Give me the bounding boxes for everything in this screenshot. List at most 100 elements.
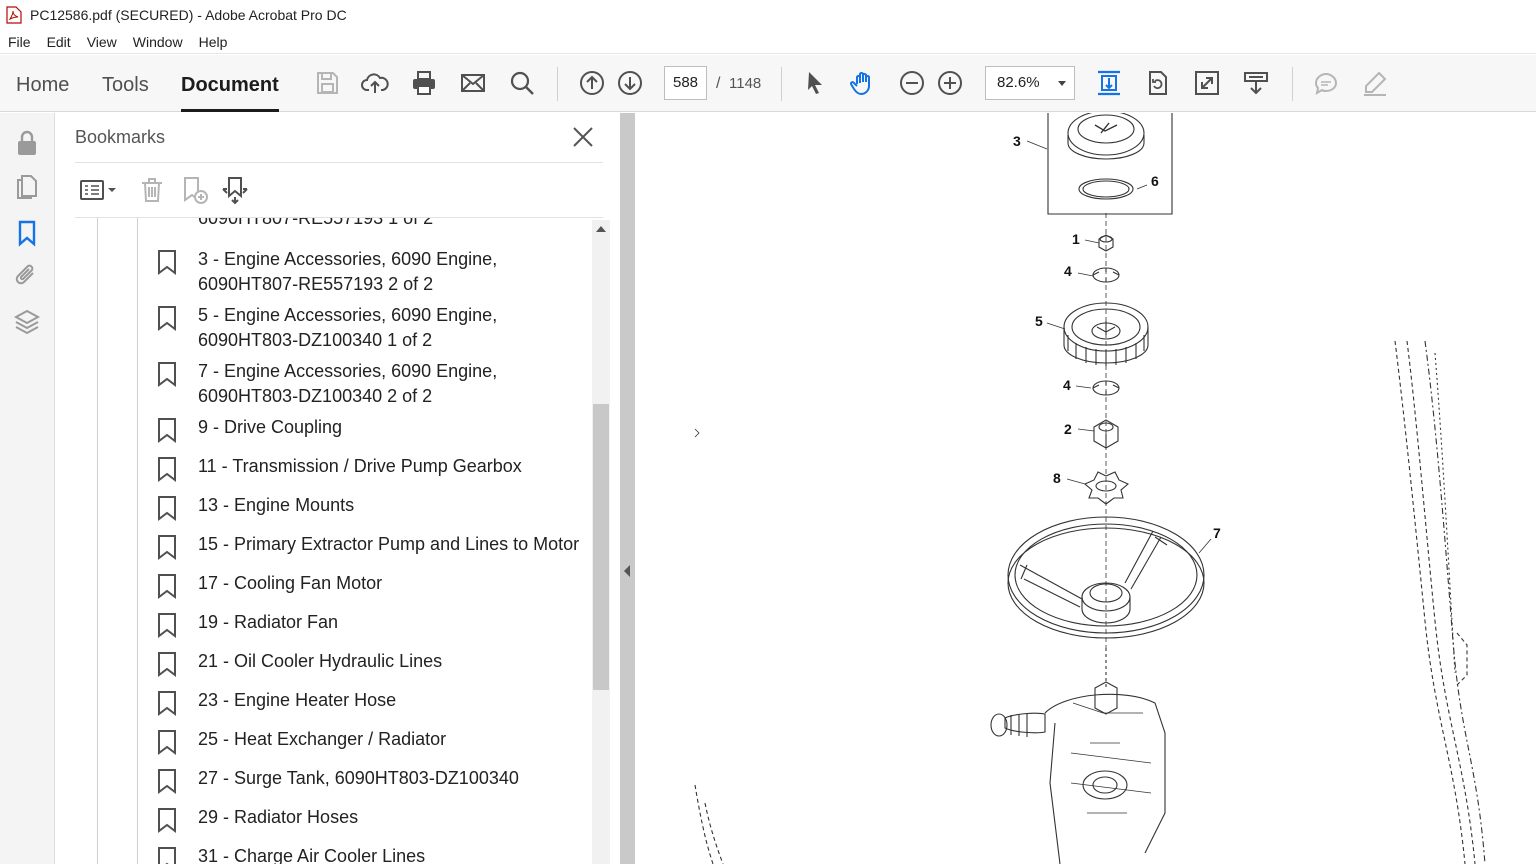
delete-icon[interactable]: [135, 173, 169, 207]
scroll-up-icon[interactable]: [596, 226, 606, 232]
attachment-icon[interactable]: [11, 259, 43, 291]
window-title: PC12586.pdf (SECURED) - Adobe Acrobat Pr…: [30, 7, 347, 23]
menu-edit[interactable]: Edit: [39, 34, 79, 50]
print-icon[interactable]: [407, 66, 441, 100]
bookmark-icon: [158, 362, 176, 387]
bookmark-icon: [158, 730, 176, 755]
list-item[interactable]: 15 - Primary Extractor Pump and Lines to…: [156, 532, 596, 560]
bookmark-icon[interactable]: [11, 217, 43, 249]
zoom-value: 82.6%: [997, 74, 1040, 91]
bookmark-icon: [158, 457, 176, 482]
list-item[interactable]: 19 - Radiator Fan: [156, 610, 596, 638]
bookmark-icon: [158, 574, 176, 599]
tab-tools[interactable]: Tools: [102, 55, 149, 112]
menu-view[interactable]: View: [79, 34, 125, 50]
panel-splitter[interactable]: [620, 113, 635, 864]
bookmark-label: 27 - Surge Tank, 6090HT803-DZ100340: [198, 768, 519, 788]
page-number-input[interactable]: 588: [664, 66, 707, 100]
read-mode-icon[interactable]: [1239, 66, 1273, 100]
list-item[interactable]: 17 - Cooling Fan Motor: [156, 571, 596, 599]
bookmark-icon: [158, 808, 176, 833]
bookmark-label: 3 - Engine Accessories, 6090 Engine, 609…: [198, 249, 498, 294]
close-icon[interactable]: [571, 125, 595, 149]
menu-file[interactable]: File: [0, 34, 39, 50]
zoom-in-icon[interactable]: [933, 66, 967, 100]
bookmark-label: 9 - Drive Coupling: [198, 417, 343, 437]
pages-icon[interactable]: [11, 171, 43, 203]
bookmark-label: 29 - Radiator Hoses: [198, 807, 359, 827]
page-up-icon[interactable]: [575, 66, 609, 100]
expand-bookmark-icon[interactable]: [218, 173, 252, 207]
bookmarks-list: 6090HT807-RE557193 1 of 2 3 - Engine Acc…: [56, 218, 604, 864]
callout-5: 5: [1035, 313, 1043, 329]
callout-8: 8: [1053, 470, 1061, 486]
callout-1: 1: [1072, 231, 1080, 247]
tab-home[interactable]: Home: [16, 55, 69, 112]
scrollbar-thumb[interactable]: [593, 404, 609, 690]
bookmark-label: 13 - Engine Mounts: [198, 495, 355, 515]
list-item[interactable]: 31 - Charge Air Cooler Lines: [156, 844, 596, 864]
list-item[interactable]: 23 - Engine Heater Hose: [156, 688, 596, 716]
bookmarks-scrollbar[interactable]: [592, 220, 610, 864]
tab-document[interactable]: Document: [181, 55, 279, 112]
bookmark-label: 31 - Charge Air Cooler Lines: [198, 846, 426, 864]
bookmark-label: 23 - Engine Heater Hose: [198, 690, 397, 710]
callout-4b: 4: [1063, 377, 1071, 393]
bookmark-label: 5 - Engine Accessories, 6090 Engine, 609…: [198, 305, 498, 350]
navigation-rail: [0, 113, 55, 864]
title-bar: PC12586.pdf (SECURED) - Adobe Acrobat Pr…: [0, 0, 1536, 30]
list-item[interactable]: 11 - Transmission / Drive Pump Gearbox: [156, 454, 596, 482]
options-menu-icon[interactable]: [78, 173, 118, 207]
email-icon[interactable]: [456, 66, 490, 100]
zoom-out-icon[interactable]: [895, 66, 929, 100]
zoom-select[interactable]: 82.6%: [985, 66, 1075, 100]
chevron-down-icon: [1058, 81, 1066, 86]
bookmark-label: 15 - Primary Extractor Pump and Lines to…: [198, 534, 580, 554]
scroll-mode-icon[interactable]: [1092, 66, 1126, 100]
list-item[interactable]: 21 - Oil Cooler Hydraulic Lines: [156, 649, 596, 677]
page-down-icon[interactable]: [613, 66, 647, 100]
document-view[interactable]: 3 6 1 4 5 4 2 8 7: [635, 113, 1536, 864]
rotate-icon[interactable]: [1141, 66, 1175, 100]
list-item[interactable]: 7 - Engine Accessories, 6090 Engine, 609…: [156, 359, 596, 409]
list-item[interactable]: 3 - Engine Accessories, 6090 Engine, 609…: [156, 247, 596, 297]
callout-7: 7: [1213, 525, 1221, 541]
bookmark-icon: [158, 250, 176, 275]
bookmarks-panel: Bookmarks 6090HT807-RE557193 1 of 2 3 - …: [56, 113, 620, 864]
list-item[interactable]: 9 - Drive Coupling: [156, 415, 596, 443]
bookmark-icon: [158, 769, 176, 794]
callout-4: 4: [1064, 263, 1072, 279]
collapse-arrow-icon[interactable]: [624, 565, 630, 577]
callout-3: 3: [1013, 133, 1021, 149]
list-item[interactable]: 5 - Engine Accessories, 6090 Engine, 609…: [156, 303, 596, 353]
bookmark-label: 17 - Cooling Fan Motor: [198, 573, 383, 593]
bookmarks-header: Bookmarks: [75, 127, 166, 147]
list-item[interactable]: 25 - Heat Exchanger / Radiator: [156, 727, 596, 755]
hand-icon[interactable]: [846, 66, 880, 100]
fullscreen-icon[interactable]: [1190, 66, 1224, 100]
bookmark-label: 19 - Radiator Fan: [198, 612, 339, 632]
main-toolbar: Home Tools Document 588 / 1148 82.6%: [0, 55, 1536, 112]
menu-bar: File Edit View Window Help: [0, 30, 1536, 54]
bookmark-icon: [158, 306, 176, 331]
select-cursor-icon[interactable]: [798, 66, 832, 100]
list-item[interactable]: 13 - Engine Mounts: [156, 493, 596, 521]
pdf-file-icon: [6, 6, 22, 24]
comment-icon[interactable]: [1309, 66, 1343, 100]
menu-window[interactable]: Window: [125, 34, 191, 50]
bookmark-label: 21 - Oil Cooler Hydraulic Lines: [198, 651, 443, 671]
list-item[interactable]: 29 - Radiator Hoses: [156, 805, 596, 833]
search-icon[interactable]: [505, 66, 539, 100]
list-item[interactable]: 27 - Surge Tank, 6090HT803-DZ100340: [156, 766, 596, 794]
list-item[interactable]: 6090HT807-RE557193 1 of 2: [156, 218, 596, 234]
bookmark-label: 6090HT807-RE557193 1 of 2: [198, 218, 434, 228]
menu-help[interactable]: Help: [191, 34, 236, 50]
new-bookmark-icon[interactable]: [177, 173, 211, 207]
layers-icon[interactable]: [11, 306, 43, 338]
draw-icon[interactable]: [1358, 66, 1392, 100]
save-icon[interactable]: [310, 66, 344, 100]
bookmark-icon: [158, 535, 176, 560]
lock-icon[interactable]: [11, 127, 43, 159]
upload-icon[interactable]: [358, 66, 392, 100]
parts-drawing: 3 6 1 4 5 4 2 8 7: [694, 113, 1486, 864]
